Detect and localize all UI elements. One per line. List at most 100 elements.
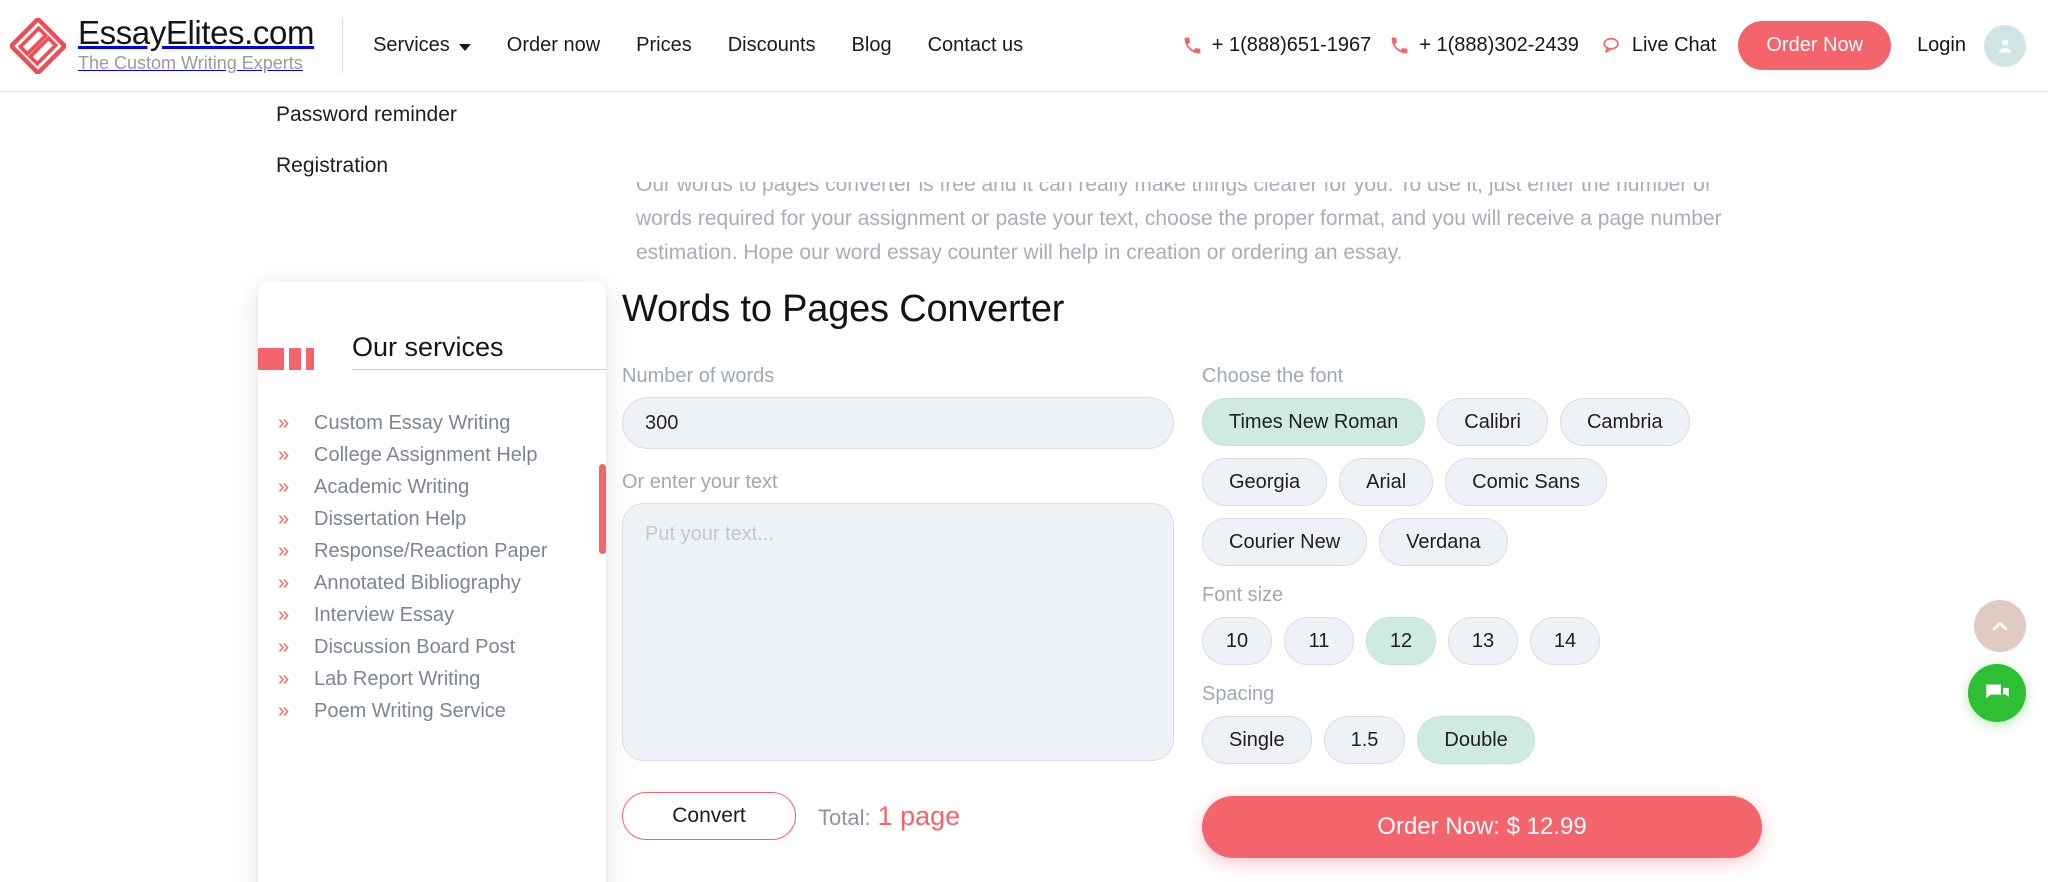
list-item[interactable]: » Dissertation Help (278, 506, 606, 532)
converter-left-column: Number of words Or enter your text Conve… (622, 365, 1174, 858)
number-of-words-label: Number of words (622, 365, 775, 387)
our-services-header: Our services (258, 282, 606, 370)
avatar[interactable] (1984, 24, 2026, 67)
nav-label-blog: Blog (851, 34, 892, 56)
user-icon (1999, 39, 2011, 53)
font-chip-arial[interactable]: Arial (1339, 458, 1434, 506)
font-size-chip-10[interactable]: 10 (1202, 617, 1272, 665)
list-item[interactable]: » College Assignment Help (278, 442, 606, 468)
nav-label-discounts: Discounts (727, 34, 816, 56)
list-item[interactable]: » Academic Writing (278, 474, 606, 500)
spacing-group: Spacing Single 1.5 Double (1202, 683, 1762, 764)
font-size-chips: 10 11 12 13 14 (1202, 617, 1762, 665)
double-chevron-right-icon: » (278, 604, 290, 626)
order-now-price-button[interactable]: Order Now: $ 12.99 (1202, 796, 1762, 858)
nav-item-discounts[interactable]: Discounts (728, 34, 816, 57)
spacing-chip-1-5[interactable]: 1.5 (1323, 716, 1406, 764)
double-chevron-right-icon: » (278, 412, 290, 434)
login-link[interactable]: Login (1917, 34, 1966, 57)
main-content: Check Out Our Words To Pages Converter O… (0, 92, 2048, 882)
page-scrollbar-thumb[interactable] (599, 464, 606, 554)
service-link[interactable]: Lab Report Writing (314, 668, 480, 691)
double-chevron-right-icon: » (278, 540, 290, 562)
service-link[interactable]: Dissertation Help (314, 508, 466, 531)
font-size-chip-13[interactable]: 13 (1448, 617, 1518, 665)
font-size-chip-11[interactable]: 11 (1284, 617, 1354, 665)
list-item[interactable]: » Interview Essay (278, 602, 606, 628)
main-nav: Services Order now Prices Discounts Blog… (373, 0, 1023, 92)
list-item[interactable]: » Response/Reaction Paper (278, 538, 606, 564)
font-chip-comic-sans[interactable]: Comic Sans (1445, 458, 1607, 506)
nav-item-services[interactable]: Services (373, 34, 471, 57)
font-size-group: Font size 10 11 12 13 14 (1202, 584, 1762, 665)
service-link[interactable]: Poem Writing Service (314, 700, 506, 723)
chat-widget-button[interactable] (1968, 664, 2026, 722)
double-chevron-right-icon: » (278, 572, 290, 594)
font-chip-cambria[interactable]: Cambria (1559, 398, 1690, 446)
service-link[interactable]: Interview Essay (314, 604, 454, 627)
phone-number-secondary: + 1(888)302-2439 (1419, 34, 1579, 56)
convert-button[interactable]: Convert (622, 792, 796, 840)
service-link[interactable]: College Assignment Help (314, 444, 537, 467)
words-to-pages-converter: Words to Pages Converter Number of words… (622, 288, 1772, 858)
list-item[interactable]: » Custom Essay Writing (278, 410, 606, 436)
scroll-to-top-button[interactable] (1974, 600, 2026, 652)
spacing-chip-single[interactable]: Single (1202, 716, 1312, 764)
chevron-up-icon (1992, 621, 2008, 631)
header-divider (342, 18, 344, 73)
total-pages-readout: Total: 1 page (818, 801, 960, 832)
list-item[interactable]: » Poem Writing Service (278, 698, 606, 724)
header-actions: + 1(888)651-1967 + 1(888)302-2439 Live C… (1164, 0, 2048, 92)
phone-link-primary[interactable]: + 1(888)651-1967 (1182, 34, 1372, 57)
services-list: » Custom Essay Writing » College Assignm… (258, 410, 606, 724)
list-item[interactable]: » Discussion Board Post (278, 634, 606, 660)
service-link[interactable]: Discussion Board Post (314, 636, 515, 659)
font-chip-calibri[interactable]: Calibri (1437, 398, 1548, 446)
services-dropdown-panel: Password reminder Registration (0, 92, 2048, 182)
font-size-chip-12[interactable]: 12 (1366, 617, 1436, 665)
font-size-chip-14[interactable]: 14 (1530, 617, 1600, 665)
order-now-header-button[interactable]: Order Now (1738, 21, 1892, 70)
number-of-words-input[interactable] (622, 397, 1174, 449)
service-link[interactable]: Academic Writing (314, 476, 469, 499)
brand-tagline: The Custom Writing Experts (78, 52, 303, 73)
brand-logo-link[interactable]: EssayElites.com The Custom Writing Exper… (0, 0, 314, 92)
nav-item-order-now[interactable]: Order now (507, 34, 600, 57)
font-chip-courier-new[interactable]: Courier New (1202, 518, 1368, 566)
chat-bubble-icon (1985, 684, 2009, 698)
double-chevron-right-icon: » (278, 636, 290, 658)
font-chips: Times New Roman Calibri Cambria Georgia … (1202, 398, 1762, 566)
double-chevron-right-icon: » (278, 508, 290, 530)
font-size-label: Font size (1202, 584, 1284, 606)
brand-title: EssayElites.com (78, 13, 315, 51)
nav-label-contact-us: Contact us (927, 34, 1024, 56)
service-link[interactable]: Response/Reaction Paper (314, 540, 547, 563)
chevron-down-icon (458, 43, 471, 51)
list-item[interactable]: » Lab Report Writing (278, 666, 606, 692)
dropdown-item-registration[interactable]: Registration (276, 155, 388, 176)
phone-icon (1182, 35, 1203, 56)
font-chip-georgia[interactable]: Georgia (1202, 458, 1328, 506)
nav-item-contact-us[interactable]: Contact us (928, 34, 1024, 57)
convert-row: Convert Total: 1 page (622, 792, 1174, 840)
nav-label-services: Services (373, 34, 450, 56)
phone-link-secondary[interactable]: + 1(888)302-2439 (1389, 34, 1579, 57)
phone-number-primary: + 1(888)651-1967 (1211, 34, 1372, 56)
font-chip-verdana[interactable]: Verdana (1379, 518, 1508, 566)
list-item[interactable]: » Annotated Bibliography (278, 570, 606, 596)
nav-item-prices[interactable]: Prices (636, 34, 692, 57)
converter-right-column: Choose the font Times New Roman Calibri … (1202, 365, 1762, 858)
phone-icon (1389, 35, 1410, 56)
service-link[interactable]: Custom Essay Writing (314, 412, 510, 435)
text-input-textarea[interactable] (622, 503, 1174, 761)
three-bars-icon (258, 348, 314, 370)
nav-item-blog[interactable]: Blog (852, 34, 892, 57)
dropdown-item-password-reminder[interactable]: Password reminder (276, 104, 457, 125)
spacing-label: Spacing (1202, 683, 1275, 705)
nav-label-order-now: Order now (506, 34, 601, 56)
service-link[interactable]: Annotated Bibliography (314, 572, 521, 595)
live-chat-link[interactable]: Live Chat (1601, 34, 1717, 57)
live-chat-label: Live Chat (1631, 34, 1717, 56)
font-chip-times-new-roman[interactable]: Times New Roman (1202, 398, 1426, 446)
spacing-chip-double[interactable]: Double (1417, 716, 1535, 764)
